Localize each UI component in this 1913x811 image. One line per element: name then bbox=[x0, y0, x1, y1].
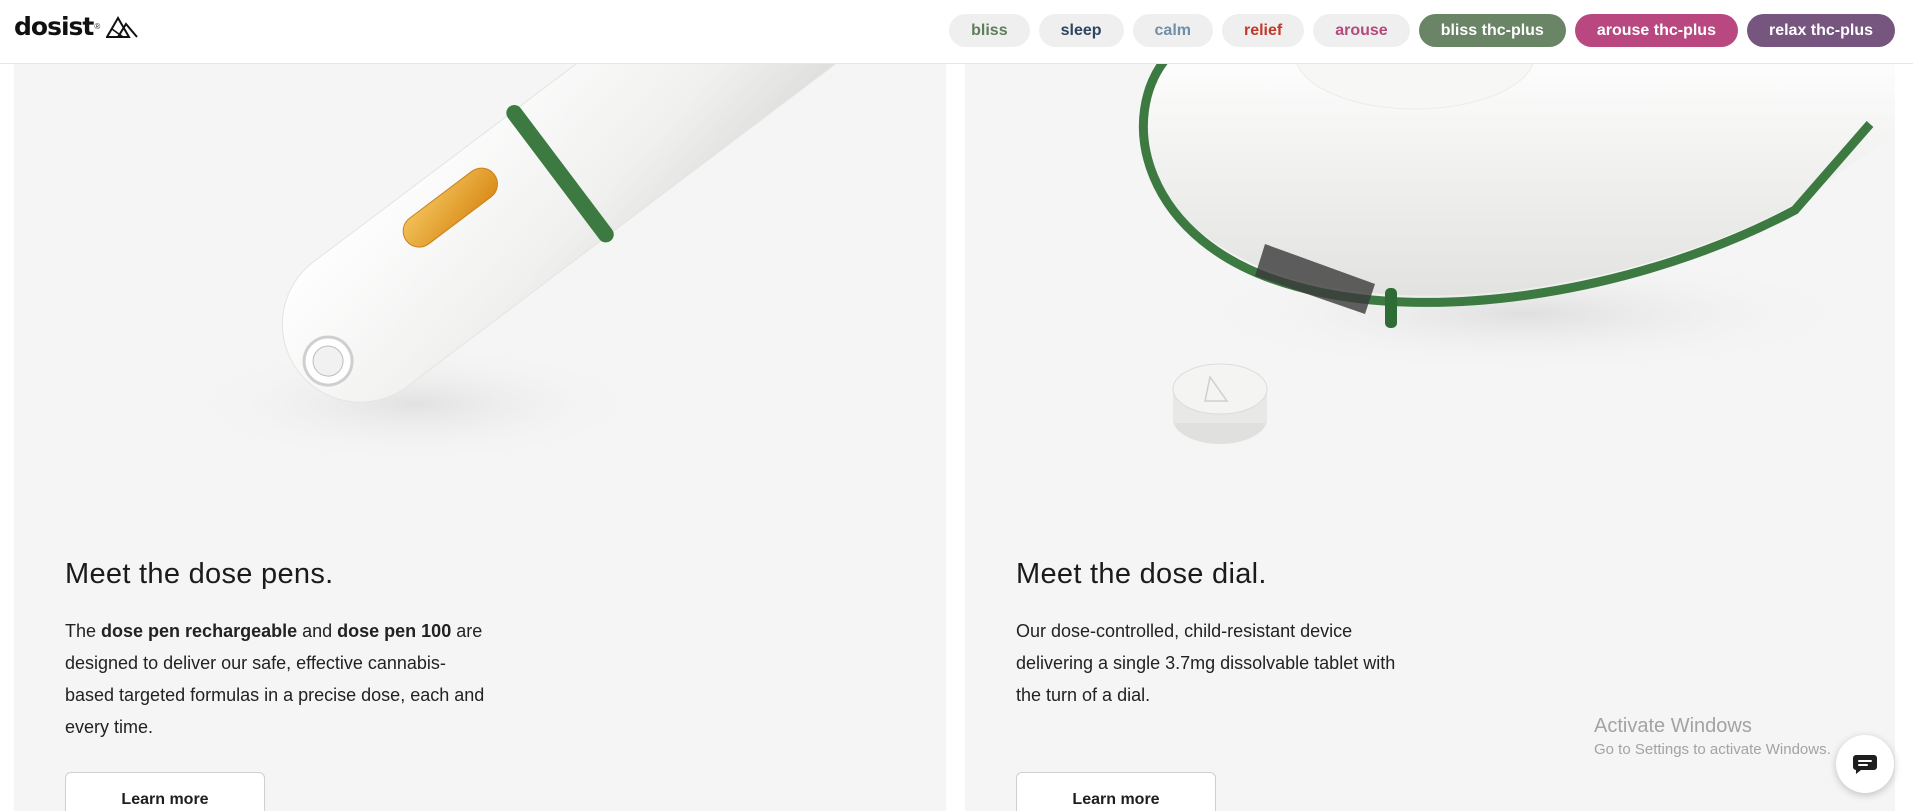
watermark-title: Activate Windows bbox=[1594, 715, 1752, 737]
nav-pill-arouse[interactable]: arouse bbox=[1313, 14, 1410, 47]
body-text: and bbox=[297, 621, 338, 641]
watermark-subtitle: Go to Settings to activate Windows. bbox=[1594, 741, 1831, 758]
chat-button[interactable] bbox=[1836, 735, 1894, 793]
registered-mark: ® bbox=[94, 22, 101, 31]
dose-pens-card: Meet the dose pens. The dose pen recharg… bbox=[14, 64, 946, 811]
mountain-logo-icon bbox=[106, 15, 139, 38]
dose-dial-card: Meet the dose dial. Our dose-controlled,… bbox=[965, 64, 1895, 811]
nav-pill-bliss[interactable]: bliss bbox=[949, 14, 1030, 47]
nav-pill-arouse-thc-plus[interactable]: arouse thc-plus bbox=[1574, 14, 1738, 47]
dose-pens-description: The dose pen rechargeable and dose pen 1… bbox=[65, 615, 485, 743]
body-text: The bbox=[65, 621, 102, 641]
nav-pill-relief[interactable]: relief bbox=[1221, 14, 1305, 47]
product-nav: bliss sleep calm relief arouse bliss thc… bbox=[949, 14, 1895, 47]
product-link-dose-pen-100: dose pen 100 bbox=[337, 621, 452, 641]
activate-windows-watermark: Activate Windows Go to Settings to activ… bbox=[1594, 715, 1831, 758]
nav-pill-calm[interactable]: calm bbox=[1132, 14, 1213, 47]
dose-pens-learn-more-button[interactable]: Learn more bbox=[65, 772, 265, 811]
brand-name: dosist bbox=[14, 12, 94, 41]
dose-pen-image bbox=[184, 64, 946, 464]
dose-dial-text: Meet the dose dial. Our dose-controlled,… bbox=[1016, 558, 1416, 711]
product-link-dose-pen-rechargeable: dose pen rechargeable bbox=[101, 621, 298, 641]
dose-pens-text: Meet the dose pens. The dose pen recharg… bbox=[65, 558, 485, 743]
brand-logo[interactable]: dosist ® bbox=[14, 12, 139, 41]
dose-dial-image bbox=[1138, 64, 1895, 444]
dose-pens-title: Meet the dose pens. bbox=[65, 558, 334, 590]
nav-pill-sleep[interactable]: sleep bbox=[1038, 14, 1124, 47]
nav-pill-bliss-thc-plus[interactable]: bliss thc-plus bbox=[1418, 14, 1566, 47]
dose-dial-title: Meet the dose dial. bbox=[1016, 558, 1267, 590]
site-header: dosist ® bliss sleep calm relief arouse … bbox=[0, 0, 1913, 64]
dose-dial-description: Our dose-controlled, child-resistant dev… bbox=[1016, 621, 1396, 705]
chat-bubble-icon bbox=[1853, 755, 1877, 774]
dose-dial-learn-more-button[interactable]: Learn more bbox=[1016, 772, 1216, 811]
nav-pill-relax-thc-plus[interactable]: relax thc-plus bbox=[1746, 14, 1895, 47]
